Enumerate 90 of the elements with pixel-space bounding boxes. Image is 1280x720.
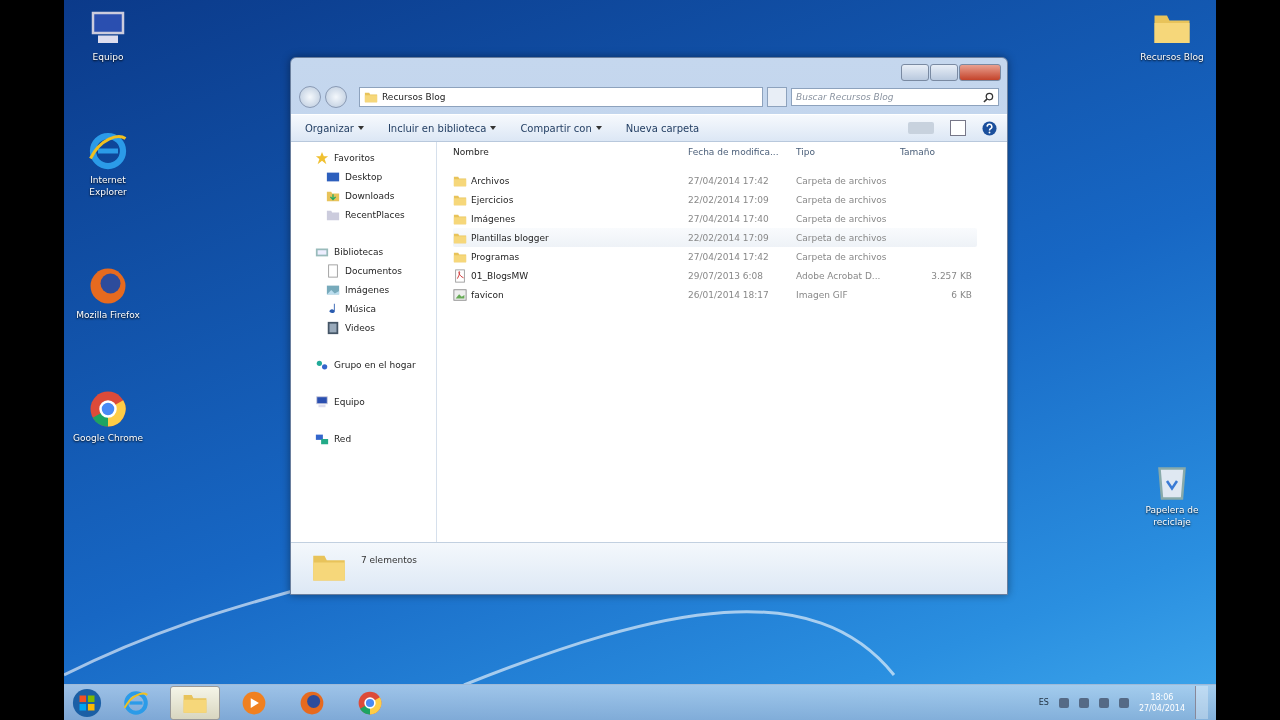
file-name[interactable]: Imágenes — [471, 213, 516, 224]
back-button[interactable] — [299, 86, 321, 108]
toolbar-button[interactable]: Compartir con — [516, 120, 606, 136]
start-button[interactable] — [72, 687, 102, 718]
taskbar-button[interactable] — [170, 685, 220, 720]
minimize-button[interactable] — [901, 64, 929, 81]
file-name[interactable]: Archivos — [471, 175, 510, 186]
image-file-icon — [453, 287, 467, 302]
table-cell-text: 26/01/2014 18:17 — [688, 289, 770, 300]
maximize-button[interactable] — [930, 64, 958, 81]
search-field[interactable]: Buscar Recursos Blog — [791, 88, 999, 106]
browser-icon — [123, 689, 149, 716]
navigation-item[interactable]: Equipo — [291, 392, 436, 411]
toolbar-button[interactable]: Incluir en biblioteca — [383, 120, 501, 136]
toolbar-button[interactable]: Organizar — [301, 120, 368, 136]
navigation-item[interactable]: Bibliotecas — [291, 242, 436, 261]
caret-icon — [490, 126, 497, 130]
desktop-shortcut[interactable]: Mozilla Firefox — [64, 266, 152, 321]
file-row[interactable]: favicon 26/01/2014 18:17 Imagen GIF 6 KB — [453, 285, 977, 304]
column-header[interactable]: Tamaño — [900, 147, 972, 157]
browser-icon — [88, 389, 128, 429]
file-name[interactable]: favicon — [471, 289, 504, 300]
navigation-item[interactable]: Grupo en el hogar — [291, 355, 436, 374]
table-cell-text: Carpeta de archivos — [796, 194, 888, 205]
column-header[interactable]: Fecha de modifica... — [688, 147, 796, 157]
navigation-item[interactable]: Imágenes — [291, 280, 436, 299]
table-cell-text: Carpeta de archivos — [796, 232, 888, 243]
navigation-item[interactable]: Downloads — [291, 186, 436, 205]
item-count: 7 elementos — [361, 555, 417, 565]
table-cell-text: 27/04/2014 17:42 — [688, 251, 770, 262]
refresh-button[interactable] — [767, 87, 787, 107]
navigation-item[interactable]: Desktop — [291, 167, 436, 186]
browser-icon — [88, 131, 128, 171]
desktop-shortcut[interactable]: Google Chrome — [64, 389, 152, 444]
browser-icon — [357, 689, 383, 716]
file-name[interactable]: 01_BlogsMW — [471, 270, 529, 281]
navigation-item[interactable]: Videos — [291, 318, 436, 337]
table-cell-text: 6 KB — [950, 289, 972, 300]
file-name[interactable]: Plantillas blogger — [471, 232, 549, 243]
toolbar-button[interactable]: Nueva carpeta — [621, 120, 704, 136]
table-cell-text: 3.257 KB — [930, 270, 972, 281]
show-desktop-button[interactable] — [1195, 686, 1208, 719]
browser-icon — [88, 266, 128, 306]
table-cell-text: Carpeta de archivos — [796, 251, 888, 262]
file-row[interactable]: Ejercicios 22/02/2014 17:09 Carpeta de archivos — [453, 190, 977, 209]
file-row[interactable]: Programas 27/04/2014 17:42 Carpeta de archivos — [453, 247, 977, 266]
column-header[interactable]: Tipo — [796, 147, 900, 157]
file-row[interactable]: Imágenes 27/04/2014 17:40 Carpeta de archivos — [453, 209, 977, 228]
navigation-item[interactable]: RecentPlaces — [291, 205, 436, 224]
table-cell-text: Carpeta de archivos — [796, 213, 888, 224]
breadcrumb-item[interactable]: Recursos Blog — [382, 92, 446, 102]
language-indicator[interactable]: ES — [1038, 698, 1049, 707]
table-cell-text: 22/02/2014 17:09 — [688, 194, 770, 205]
table-cell-text: 27/04/2014 17:40 — [688, 213, 770, 224]
forward-button[interactable] — [325, 86, 347, 108]
navigation-item[interactable]: Red — [291, 429, 436, 448]
navigation-item[interactable]: Favoritos — [291, 148, 436, 167]
file-name[interactable]: Programas — [471, 251, 520, 262]
desktop-shortcut[interactable]: Internet Explorer — [64, 131, 152, 198]
close-button[interactable] — [959, 64, 1001, 81]
document-icon — [326, 263, 340, 278]
table-cell-text: Carpeta de archivos — [796, 175, 888, 186]
column-header[interactable]: Nombre — [453, 147, 688, 157]
file-row[interactable]: Plantillas blogger 22/02/2014 17:09 Carpeta de archivos — [453, 228, 977, 247]
help-icon[interactable] — [982, 120, 997, 136]
table-cell-text: Imagen GIF — [796, 289, 849, 300]
caret-icon — [595, 126, 602, 130]
folder-icon — [364, 90, 378, 104]
caret-icon — [357, 126, 364, 130]
navigation-item[interactable]: Música — [291, 299, 436, 318]
search-icon[interactable] — [983, 92, 994, 103]
desktop-shortcut[interactable]: Papelera de reciclaje — [1128, 461, 1216, 528]
table-cell-text: 22/02/2014 17:09 — [688, 232, 770, 243]
address-bar[interactable]: Recursos Blog — [359, 87, 763, 107]
table-cell-text: Adobe Acrobat D... — [796, 270, 882, 281]
table-cell-text: 27/04/2014 17:42 — [688, 175, 770, 186]
computer-icon — [315, 394, 329, 409]
file-row[interactable]: 01_BlogsMW 29/07/2013 6:08 Adobe Acrobat D... 3.257 KB — [453, 266, 977, 285]
film-icon — [326, 320, 340, 335]
file-row[interactable]: Archivos 27/04/2014 17:42 Carpeta de archivos — [453, 171, 977, 190]
browser-icon — [299, 689, 325, 716]
star-icon — [315, 150, 329, 165]
play-icon — [241, 689, 267, 716]
desktop-shortcut[interactable]: Recursos Blog — [1128, 8, 1216, 63]
desktop-shortcut[interactable]: Equipo — [64, 8, 152, 63]
file-name[interactable]: Ejercicios — [471, 194, 514, 205]
preview-pane-button[interactable] — [950, 120, 966, 136]
table-cell-text: 29/07/2013 6:08 — [688, 270, 764, 281]
navigation-item[interactable]: Documentos — [291, 261, 436, 280]
pdf-file-icon — [453, 268, 467, 283]
